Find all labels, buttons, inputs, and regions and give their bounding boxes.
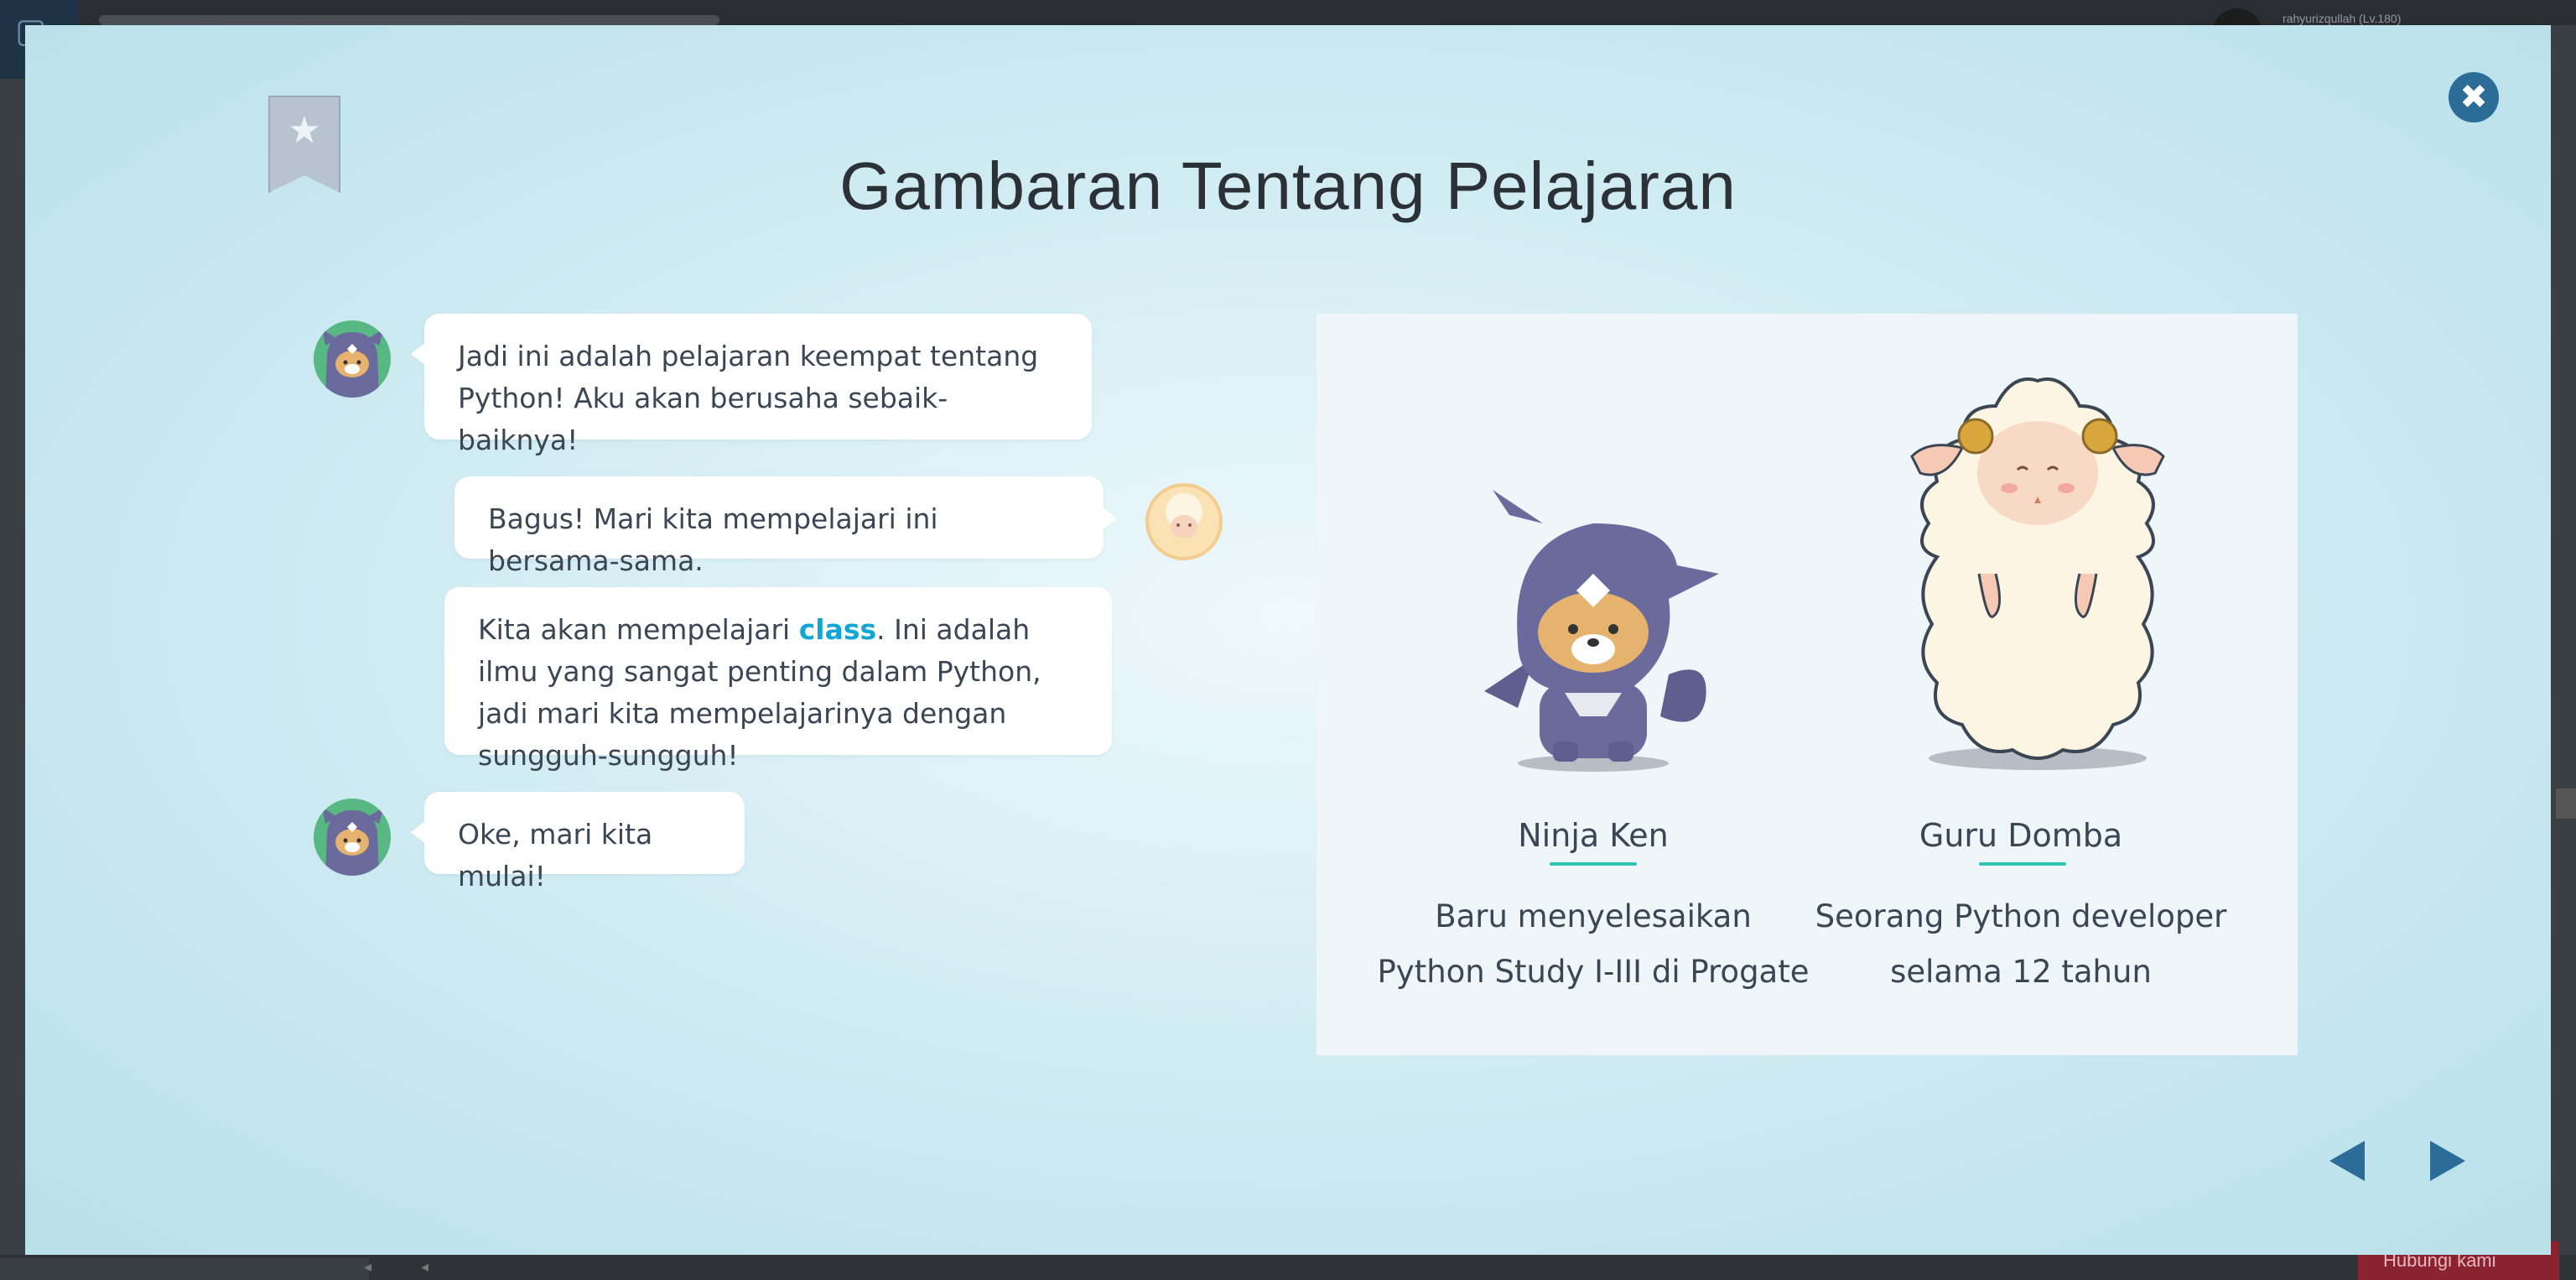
chat-bubble-ken-1: Jadi ini adalah pelajaran keempat tentan… [411, 314, 1092, 456]
ninja-ken-avatar [314, 320, 391, 398]
character-name-domba: Guru Domba [1919, 817, 2123, 854]
bookmark-star-icon: ★ [288, 109, 321, 152]
character-desc-ken: Baru menyelesaikan Python Study I-III di… [1358, 889, 1828, 1000]
guru-domba-avatar-icon [1166, 493, 1202, 539]
guru-domba-illustration [1910, 377, 2165, 770]
triangle-right-icon[interactable] [2430, 1141, 2465, 1181]
app-search-bar [99, 15, 719, 25]
characters-panel: Ninja Ken Baru menyelesaikan Python Stud… [1317, 314, 2298, 1055]
chat-bubble-sheep-1: Bagus! Mari kita mempelajari ini bersama… [454, 476, 1117, 577]
character-desc-ken-line1: Baru menyelesaikan [1435, 898, 1752, 934]
keyword-class: class [798, 613, 877, 646]
chat-bubble-sheep-2: Kita akan mempelajari class. Ini adalah … [444, 587, 1112, 772]
chat-bubble-ken-2: Oke, mari kita mulai! [411, 792, 745, 892]
character-desc-domba-line2: selama 12 tahun [1890, 954, 2152, 990]
ninja-ken-avatar-icon-2 [322, 807, 384, 876]
ninja-ken-illustration [1484, 490, 1719, 772]
username-label: rahyurizqullah (Lv.180) [2283, 12, 2402, 25]
ninja-ken-avatar-icon [322, 329, 384, 398]
close-icon[interactable]: ✖ [2449, 72, 2499, 122]
scroll-left-icon: ◂ [364, 1258, 372, 1276]
scrollbar-thumb [2556, 788, 2576, 819]
character-underline-ken [1550, 862, 1637, 866]
modal-title: Gambaran Tentang Pelajaran [839, 148, 1737, 223]
character-desc-domba-line1: Seorang Python developer [1815, 898, 2227, 934]
ninja-ken-avatar-2 [314, 799, 391, 876]
character-underline-domba [1979, 862, 2066, 866]
guru-domba-avatar [1145, 483, 1223, 560]
scroll-left-icon-2: ◂ [421, 1258, 429, 1276]
triangle-left-icon[interactable] [2329, 1141, 2365, 1181]
chat-text-before: Kita akan mempelajari [478, 613, 799, 646]
app-bottom-bar [0, 1255, 2576, 1280]
character-desc-ken-line2: Python Study I-III di Progate [1377, 954, 1810, 990]
app-bottom-scroll [0, 1258, 369, 1280]
character-name-ken: Ninja Ken [1518, 817, 1669, 854]
character-desc-domba: Seorang Python developer selama 12 tahun [1786, 889, 2256, 1000]
lesson-overview-modal: ★ Gambaran Tentang Pelajaran ✖ Jadi ini … [25, 25, 2551, 1255]
